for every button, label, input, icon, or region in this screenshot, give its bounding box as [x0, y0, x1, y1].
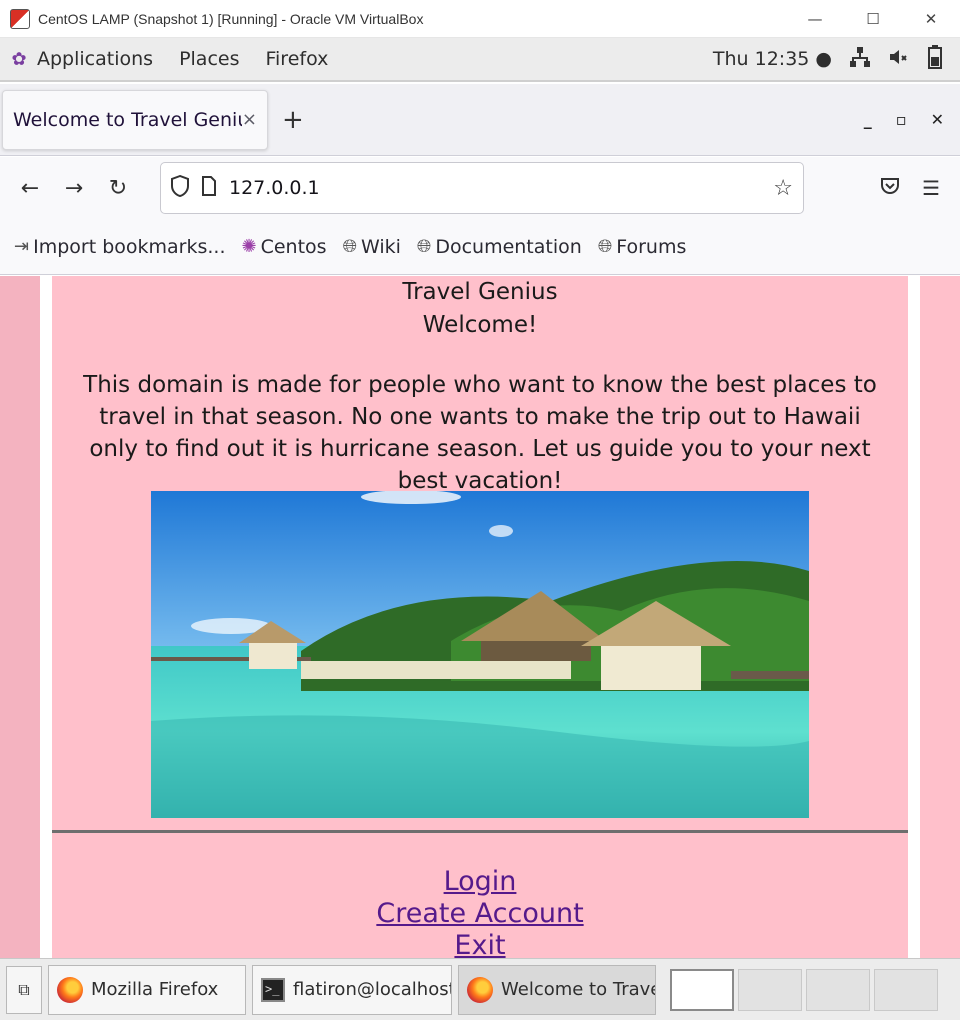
bookmark-label: Wiki: [360, 235, 401, 258]
welcome-heading: Welcome!: [422, 312, 538, 338]
tab-close-icon[interactable]: ×: [242, 109, 257, 130]
network-icon[interactable]: [850, 46, 870, 73]
workspace-3[interactable]: [806, 968, 870, 1011]
bookmark-documentation[interactable]: 🌐︎ Documentation: [417, 236, 582, 258]
horizontal-rule: [52, 830, 908, 833]
exit-link[interactable]: Exit: [52, 930, 908, 958]
site-title: Travel Genius: [402, 279, 558, 305]
pocket-icon[interactable]: [880, 176, 900, 200]
taskbar-item-firefox[interactable]: Mozilla Firefox: [48, 964, 246, 1015]
bookmark-label: Centos: [260, 235, 327, 258]
bookmarks-toolbar: ⇥ Import bookmarks... ✺ Centos 🌐︎ Wiki 🌐…: [0, 219, 960, 275]
login-link[interactable]: Login: [52, 866, 908, 898]
reload-icon[interactable]: ↻: [96, 176, 140, 201]
import-icon: ⇥: [14, 236, 30, 257]
globe-icon: 🌐︎: [597, 236, 613, 257]
bookmark-centos[interactable]: ✺ Centos: [242, 236, 327, 258]
vbox-title-bar: CentOS LAMP (Snapshot 1) [Running] - Ora…: [0, 0, 960, 38]
taskbar-item-travel-genius[interactable]: Welcome to Travel ...: [458, 964, 656, 1015]
vbox-close-button[interactable]: ✕: [902, 0, 960, 38]
hamburger-menu-icon[interactable]: ☰: [922, 176, 940, 200]
tracking-shield-icon[interactable]: [171, 174, 189, 202]
gnome-top-bar: ✿ Applications Places Firefox Thu 12:35 …: [0, 38, 960, 82]
vbox-window-title: CentOS LAMP (Snapshot 1) [Running] - Ora…: [38, 10, 424, 27]
taskbar-item-label: Welcome to Travel ...: [501, 979, 655, 1000]
taskbar-item-label: Mozilla Firefox: [91, 979, 219, 1000]
bookmark-wiki[interactable]: 🌐︎ Wiki: [343, 236, 401, 258]
globe-icon: 🌐︎: [342, 236, 357, 257]
address-bar[interactable]: 127.0.0.1 ☆: [160, 162, 804, 214]
clock[interactable]: Thu 12:35 ●: [713, 48, 832, 70]
gnome-system-tray: Thu 12:35 ●: [713, 44, 960, 74]
nav-links: Login Create Account Exit: [52, 866, 908, 958]
vbox-maximize-button[interactable]: ☐: [844, 0, 902, 38]
firefox-icon: [467, 976, 493, 1003]
taskbar-item-terminal[interactable]: >_ flatiron@localhost:/...: [252, 964, 452, 1015]
workspace-switcher: [670, 968, 938, 1011]
forward-arrow-icon[interactable]: →: [52, 176, 96, 201]
navigation-toolbar: ← → ↻ 127.0.0.1 ☆ ☰: [0, 157, 960, 219]
toolbar-right: ☰: [880, 176, 960, 200]
globe-icon: 🌐︎: [416, 236, 432, 257]
firefox-restore-icon[interactable]: ▫: [896, 110, 907, 129]
workspace-1[interactable]: [670, 968, 734, 1011]
page-info-icon[interactable]: [201, 175, 217, 201]
show-desktop-icon[interactable]: ⧉: [6, 965, 42, 1014]
firefox-close-icon[interactable]: ✕: [931, 110, 944, 129]
tab-travel-genius[interactable]: Welcome to Travel Genius ×: [2, 89, 268, 150]
virtualbox-logo-icon: [10, 8, 30, 29]
url-text[interactable]: 127.0.0.1: [229, 177, 773, 199]
bookmark-forums[interactable]: 🌐︎ Forums: [598, 236, 687, 258]
bookmark-label: Forums: [616, 235, 687, 258]
bookmark-import[interactable]: ⇥ Import bookmarks...: [14, 236, 226, 258]
web-page-viewport: Travel Genius Welcome! This domain is ma…: [0, 276, 960, 958]
intro-paragraph: This domain is made for people who want …: [83, 372, 877, 494]
back-arrow-icon[interactable]: ←: [8, 176, 52, 201]
firefox-window-controls: _ ▫ ✕: [864, 110, 960, 129]
places-menu[interactable]: Places: [166, 48, 252, 70]
applications-menu[interactable]: Applications: [28, 48, 166, 70]
browser-tab-strip: Welcome to Travel Genius × + _ ▫ ✕: [0, 84, 960, 156]
taskbar-item-label: flatiron@localhost:/...: [293, 979, 451, 1000]
firefox-menu[interactable]: Firefox: [252, 48, 341, 70]
bookmark-star-icon[interactable]: ☆: [773, 176, 793, 201]
tab-title: Welcome to Travel Genius: [13, 108, 242, 131]
new-tab-button[interactable]: +: [282, 105, 304, 135]
centos-icon: ✺: [241, 236, 257, 257]
terminal-icon: >_: [261, 977, 285, 1002]
vbox-minimize-button[interactable]: —: [786, 0, 844, 38]
gnome-foot-icon: ✿: [11, 48, 27, 70]
workspace-2[interactable]: [738, 968, 802, 1011]
hawaii-resort-image: [151, 491, 809, 818]
firefox-icon: [57, 976, 83, 1003]
page-left-margin: [0, 276, 40, 958]
battery-icon[interactable]: [928, 44, 942, 74]
bookmark-label: Import bookmarks...: [33, 235, 226, 258]
vbox-window-controls: — ☐ ✕: [786, 0, 960, 38]
bookmark-label: Documentation: [435, 235, 582, 258]
workspace-4[interactable]: [874, 968, 938, 1011]
gnome-taskbar: ⧉ Mozilla Firefox >_ flatiron@localhost:…: [0, 958, 960, 1020]
firefox-minimize-icon[interactable]: _: [864, 110, 872, 129]
volume-muted-icon[interactable]: [888, 46, 910, 73]
create-account-link[interactable]: Create Account: [52, 898, 908, 930]
page-content: Travel Genius Welcome! This domain is ma…: [52, 276, 908, 958]
